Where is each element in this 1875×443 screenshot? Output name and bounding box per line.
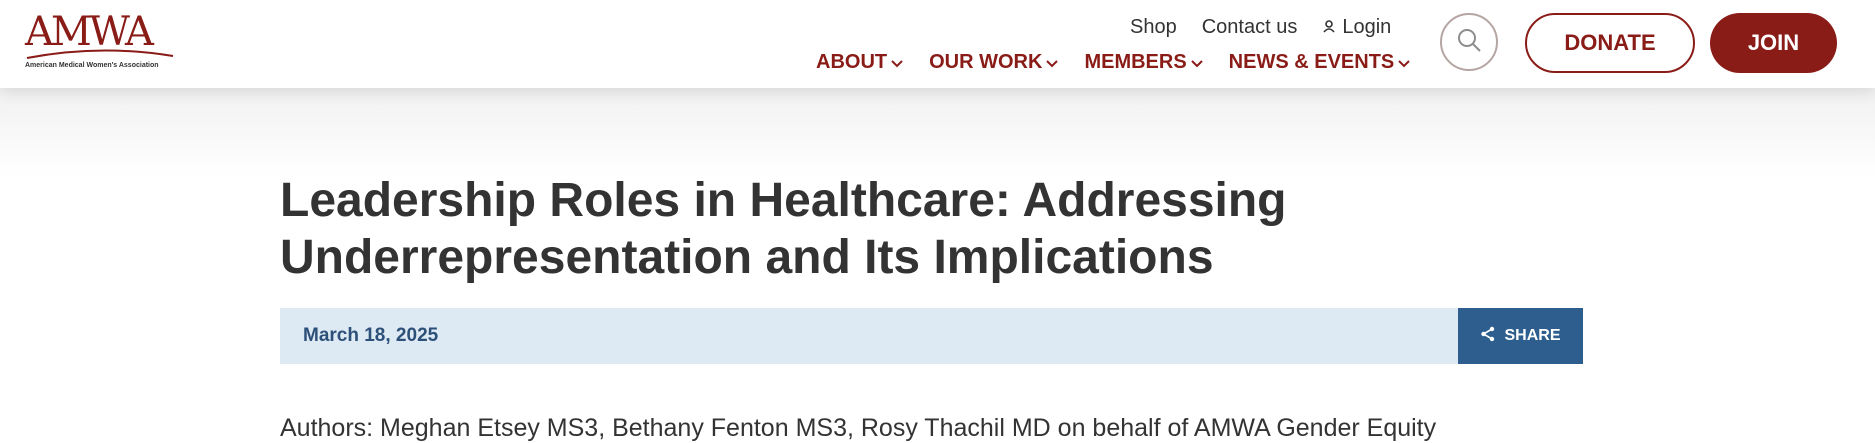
article-authors: Authors: Meghan Etsey MS3, Bethany Fento… — [280, 414, 1437, 442]
share-label: SHARE — [1504, 327, 1561, 344]
utility-link-label: Login — [1342, 15, 1392, 38]
chevron-down-icon — [1190, 51, 1203, 74]
join-button[interactable]: JOIN — [1710, 13, 1837, 73]
page-title: Leadership Roles in Healthcare: Addressi… — [280, 174, 1287, 284]
article-meta-bar: March 18, 2025 — [280, 308, 1458, 364]
user-icon — [1322, 16, 1336, 39]
share-button[interactable]: SHARE — [1458, 308, 1583, 364]
nav-item-label: OUR WORK — [929, 50, 1043, 73]
nav-item-label: NEWS & EVENTS — [1228, 50, 1395, 73]
utility-nav: Shop Contact us Login — [1130, 13, 1416, 41]
utility-link-login[interactable]: Login — [1322, 16, 1391, 39]
utility-link-contact[interactable]: Contact us — [1202, 16, 1298, 39]
amwa-logo[interactable]: AMWA American Medical Women's Associatio… — [25, 6, 175, 74]
utility-link-label: Shop — [1130, 15, 1177, 38]
article-date: March 18, 2025 — [303, 325, 439, 346]
search-button[interactable] — [1440, 13, 1498, 71]
logo-swoosh-icon — [26, 49, 174, 59]
nav-item-members[interactable]: MEMBERS — [1084, 50, 1203, 74]
hero-band — [0, 88, 1875, 178]
utility-link-label: Contact us — [1201, 15, 1298, 38]
chevron-down-icon — [1398, 51, 1410, 74]
nav-item-news-events[interactable]: NEWS & EVENTS — [1229, 51, 1411, 74]
search-icon — [1456, 27, 1482, 58]
main-nav: ABOUT OUR WORK MEMBERS NEWS & EVENTS — [816, 48, 1436, 76]
nav-item-about[interactable]: ABOUT — [816, 51, 903, 74]
utility-link-shop[interactable]: Shop — [1130, 16, 1177, 39]
nav-item-label: MEMBERS — [1084, 50, 1187, 73]
nav-item-label: ABOUT — [816, 50, 888, 73]
chevron-down-icon — [1046, 51, 1059, 74]
nav-item-our-work[interactable]: OUR WORK — [929, 50, 1059, 74]
share-icon — [1480, 326, 1496, 347]
logo-subtitle: American Medical Women's Association — [25, 62, 159, 69]
chevron-down-icon — [891, 51, 903, 74]
site-header: AMWA American Medical Women's Associatio… — [0, 0, 1875, 88]
donate-button[interactable]: DONATE — [1525, 13, 1695, 73]
